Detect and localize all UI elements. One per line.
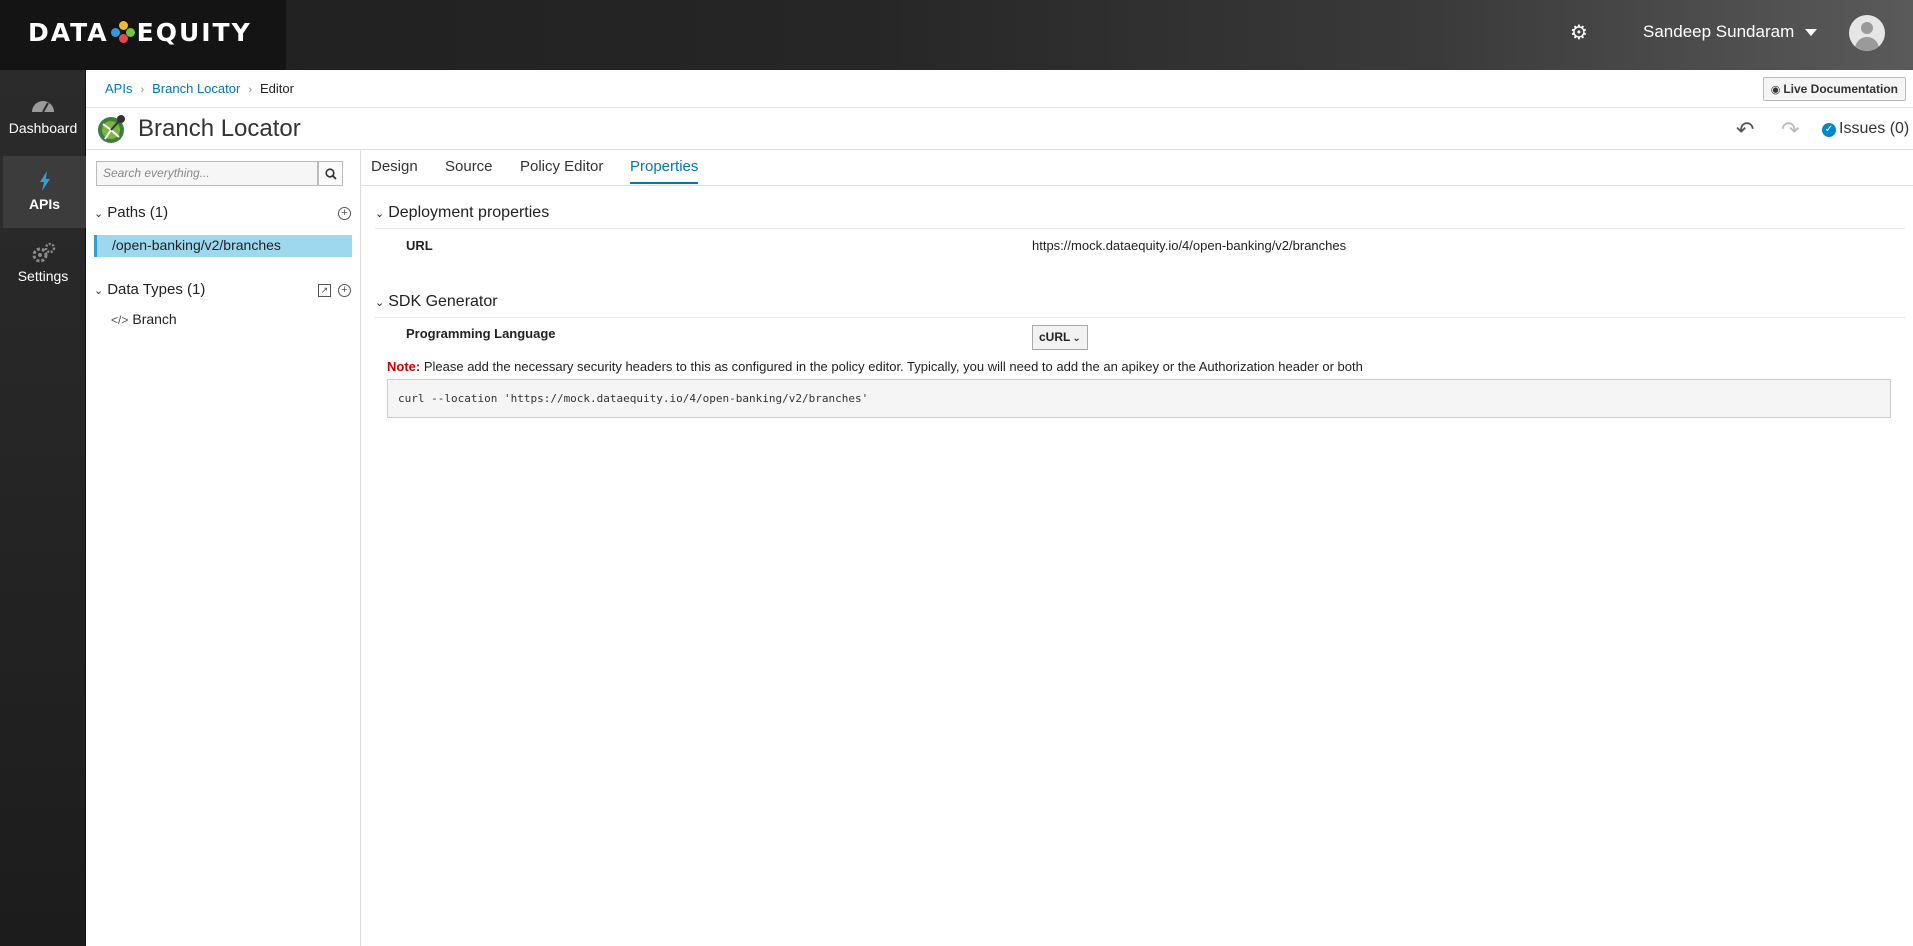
import-type-icon[interactable]: ↗ [318, 284, 331, 297]
page-title: Branch Locator [138, 115, 301, 142]
undo-icon[interactable]: ↶ [1736, 117, 1754, 143]
url-value: https://mock.dataequity.io/4/open-bankin… [1032, 238, 1347, 253]
nav-item-apis[interactable]: APIs [0, 156, 86, 228]
user-menu-caret-icon[interactable] [1805, 29, 1817, 36]
tab-source[interactable]: Source [445, 158, 493, 182]
settings-gear-icon[interactable]: ⚙ [1568, 22, 1590, 44]
code-icon: </> [111, 313, 129, 327]
programming-language-select[interactable]: cURL ⌄ [1032, 325, 1088, 350]
programming-language-value: cURL [1039, 330, 1071, 344]
gears-icon [32, 242, 56, 263]
tab-policy-editor[interactable]: Policy Editor [520, 158, 603, 182]
sdk-section-title: SDK Generator [388, 293, 498, 310]
editor-tabs: Design Source Policy Editor Properties [361, 150, 1913, 186]
chevron-down-icon: ⌄ [375, 208, 385, 220]
search-input[interactable]: Search everything... [96, 161, 318, 186]
app-logo[interactable]: DATA EQUITY [28, 18, 252, 47]
paths-section-header[interactable]: ⌄ Paths (1) [94, 204, 168, 221]
logo-dots-icon [110, 20, 135, 45]
search-icon [325, 168, 337, 180]
dashboard-icon [32, 101, 54, 113]
nav-item-label: Settings [17, 268, 69, 284]
breadcrumb-separator-icon: › [248, 84, 252, 96]
breadcrumb-branch-locator-link[interactable]: Branch Locator [152, 81, 240, 96]
note-prefix: Note: [387, 359, 421, 374]
section-divider [375, 317, 1905, 318]
tab-properties[interactable]: Properties [630, 158, 699, 184]
path-item[interactable]: /open-banking/v2/branches [94, 235, 352, 257]
api-logo-icon [98, 115, 125, 143]
user-menu-name[interactable]: Sandeep Sundaram [1643, 22, 1794, 42]
editor-sidebar: Search everything... ⌄ Paths (1) + /open-… [86, 150, 361, 946]
issues-button[interactable]: ✓ Issues (0) [1822, 120, 1909, 138]
security-note: Note: Please add the necessary security … [387, 359, 1363, 374]
issues-label: Issues (0) [1839, 120, 1910, 137]
deployment-section-header[interactable]: ⌄ Deployment properties [375, 204, 549, 222]
nav-item-label: Dashboard [8, 120, 78, 136]
data-type-item[interactable]: </> Branch [111, 311, 177, 327]
main-content: Design Source Policy Editor Properties ⌄… [361, 150, 1913, 946]
add-type-icon[interactable]: + [338, 284, 351, 297]
chevron-down-icon: ⌄ [94, 208, 104, 220]
data-type-label: Branch [132, 311, 177, 327]
add-path-icon[interactable]: + [338, 207, 351, 220]
paths-header-label: Paths (1) [107, 204, 169, 221]
chevron-down-icon: ⌄ [375, 297, 385, 309]
eye-icon: ◉ [1770, 84, 1781, 96]
breadcrumb-apis-link[interactable]: APIs [105, 81, 132, 96]
programming-language-label: Programming Language [406, 326, 556, 341]
breadcrumb-current: Editor [259, 81, 294, 96]
note-text: Please add the necessary security header… [420, 359, 1363, 374]
chevron-down-icon: ⌄ [94, 285, 104, 297]
logo-text-right: EQUITY [136, 18, 252, 47]
nav-item-label: APIs [28, 196, 61, 212]
section-divider [375, 228, 1905, 229]
code-snippet[interactable]: curl --location 'https://mock.dataequity… [387, 379, 1891, 418]
api-title-bar: Branch Locator ↶ ↷ ✓ Issues (0) [86, 108, 1913, 150]
breadcrumb-bar: APIs › Branch Locator › Editor ◉ Live Documen… [86, 70, 1913, 108]
breadcrumb-separator-icon: › [140, 84, 145, 96]
sdk-section-header[interactable]: ⌄ SDK Generator [375, 293, 498, 311]
data-types-section-header[interactable]: ⌄ Data Types (1) [94, 281, 205, 298]
live-documentation-button[interactable]: ◉ Live Documentation [1762, 77, 1906, 101]
search-button[interactable] [318, 161, 343, 186]
nav-item-dashboard[interactable]: Dashboard [0, 80, 86, 156]
deployment-section-title: Deployment properties [388, 204, 550, 221]
check-circle-icon: ✓ [1822, 123, 1836, 137]
tab-design[interactable]: Design [371, 158, 418, 182]
redo-icon[interactable]: ↷ [1781, 117, 1799, 143]
data-types-header-label: Data Types (1) [107, 281, 206, 298]
live-documentation-label: Live Documentation [1783, 82, 1898, 96]
left-nav: Dashboard APIs Settings [0, 70, 86, 946]
nav-item-settings[interactable]: Settings [0, 228, 86, 304]
url-label: URL [406, 238, 433, 253]
breadcrumb: APIs › Branch Locator › Editor [105, 81, 294, 96]
bolt-icon [39, 171, 50, 191]
logo-text-left: DATA [28, 18, 109, 47]
top-header: DATA EQUITY ⚙ Sandeep Sundaram [0, 0, 1913, 70]
chevron-down-icon: ⌄ [1072, 333, 1081, 344]
avatar[interactable] [1849, 15, 1885, 51]
